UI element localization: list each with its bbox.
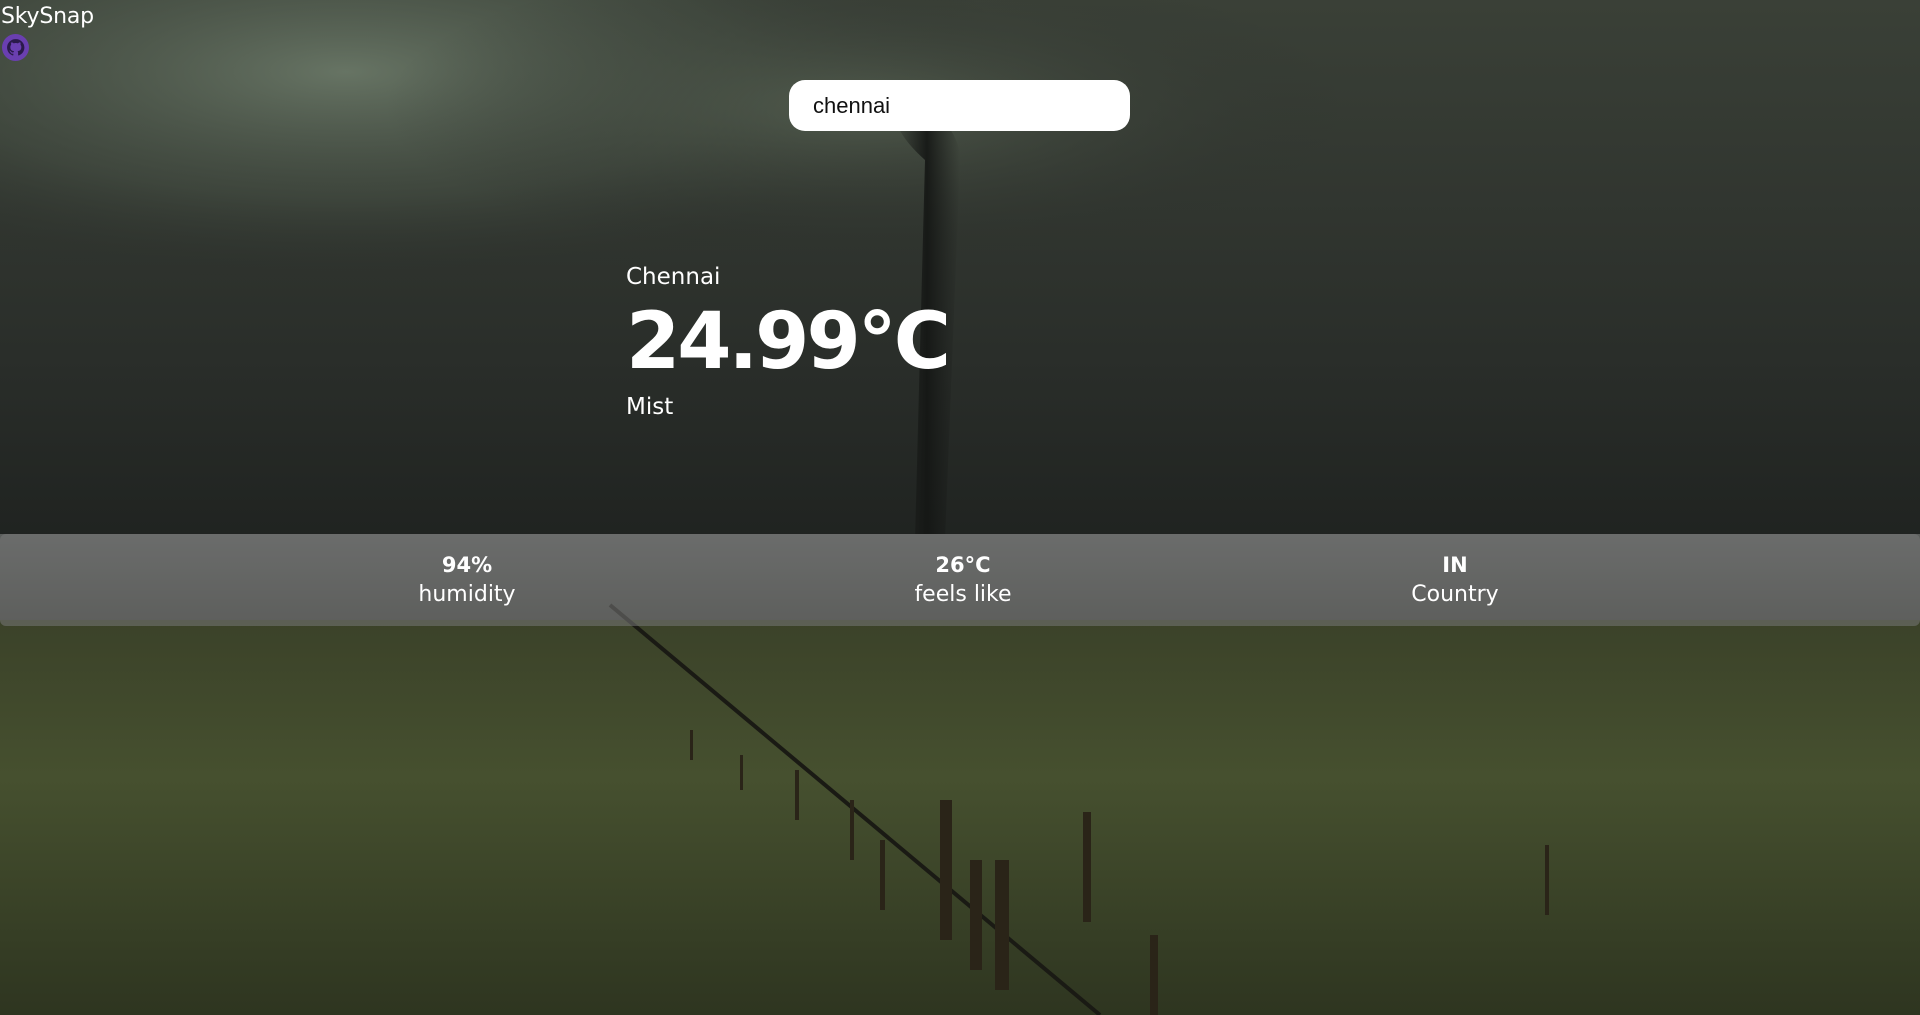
temperature: 24.99°C [626,297,951,387]
country-value: IN [1442,553,1468,577]
feels-like-value: 26°C [935,553,991,577]
feels-like-stat: 26°C feels like [853,550,1073,610]
country-label: Country [1411,582,1499,607]
city-name: Chennai [626,264,721,290]
weather-condition: Mist [626,394,674,420]
search-input[interactable] [789,80,1130,131]
app-title: SkySnap [1,4,94,29]
humidity-stat: 94% humidity [357,550,577,610]
country-stat: IN Country [1345,550,1565,610]
current-weather: Chennai 24.99°C Mist [626,262,951,422]
github-icon[interactable] [2,34,29,61]
humidity-value: 94% [441,553,493,577]
weather-stats-bar: 94% humidity 26°C feels like IN Country [0,534,1920,626]
feels-like-label: feels like [914,582,1012,607]
background-scene [0,0,1920,1015]
humidity-label: humidity [418,582,516,607]
